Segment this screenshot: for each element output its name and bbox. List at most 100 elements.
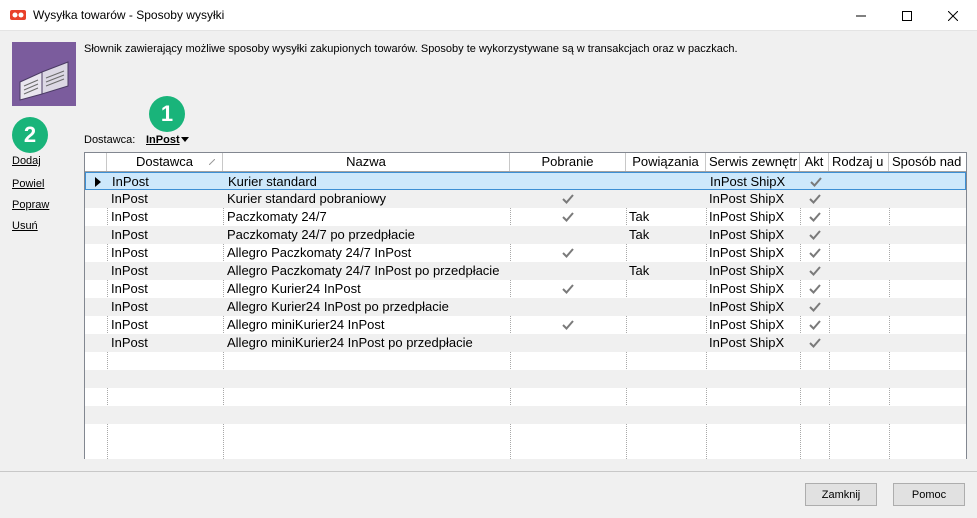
checkmark-icon [809, 283, 821, 295]
title-bar: Wysyłka towarów - Sposoby wysyłki [0, 0, 977, 31]
column-header-sposob[interactable]: Sposób nad [889, 153, 966, 171]
table-row[interactable]: InPost Allegro Paczkomaty 24/7 InPost InPo… [85, 244, 966, 262]
sort-indicator-icon [209, 159, 215, 165]
checkmark-icon [562, 211, 574, 223]
cell-nazwa: Paczkomaty 24/7 [227, 209, 327, 224]
close-icon [948, 10, 958, 21]
cell-serwis: InPost ShipX [709, 191, 785, 206]
cell-powiazania: Tak [629, 209, 650, 224]
cell-powiazania [629, 334, 703, 352]
maximize-icon [902, 10, 912, 21]
close-button[interactable]: Zamknij [805, 483, 877, 506]
table-row[interactable]: InPost Paczkomaty 24/7 po przedpłacie Tak I… [85, 226, 966, 244]
chevron-down-icon[interactable] [181, 137, 189, 142]
checkmark-icon [562, 247, 574, 259]
table-row[interactable] [85, 352, 966, 370]
table-row[interactable]: InPost Allegro Kurier24 InPost InPost Ship… [85, 280, 966, 298]
checkmark-icon [809, 301, 821, 313]
checkmark-icon [809, 247, 821, 259]
table-row[interactable]: InPost Allegro Kurier24 InPost po przedpł… [85, 298, 966, 316]
table-row[interactable]: InPost Kurier standard pobraniowy InPost S… [85, 190, 966, 208]
sidebar-item-dodaj[interactable]: Dodaj [12, 155, 41, 167]
column-header-serwis[interactable]: Serwis zewnętr [706, 153, 800, 171]
cell-serwis: InPost ShipX [709, 209, 785, 224]
supplier-filter-label: Dostawca: [84, 134, 136, 146]
sidebar-item-powiel[interactable]: Powiel [12, 178, 44, 190]
cell-nazwa: Allegro Paczkomaty 24/7 InPost [227, 245, 412, 260]
checkmark-icon [809, 211, 821, 223]
sidebar-item-usun[interactable]: Usuń [12, 220, 38, 232]
table-row[interactable] [85, 406, 966, 424]
cell-powiazania [629, 298, 703, 316]
cell-nazwa: Allegro Kurier24 InPost po przedpłacie [227, 299, 449, 314]
cell-serwis: InPost ShipX [709, 335, 785, 350]
cell-powiazania: Tak [629, 227, 650, 242]
close-window-button[interactable] [930, 0, 976, 31]
cell-nazwa: Allegro miniKurier24 InPost po przedpłac… [227, 335, 473, 350]
column-header-akt[interactable]: Akt [800, 153, 829, 171]
cell-dostawca: InPost [112, 174, 149, 189]
column-header-powiazania[interactable]: Powiązania [626, 153, 706, 171]
checkmark-icon [809, 319, 821, 331]
dictionary-book-icon [12, 42, 76, 106]
column-header-rodzaj[interactable]: Rodzaj u [829, 153, 889, 171]
cell-nazwa: Allegro miniKurier24 InPost [227, 317, 385, 332]
checkmark-icon [562, 283, 574, 295]
minimize-icon [856, 15, 866, 16]
cell-serwis: InPost ShipX [709, 263, 785, 278]
supplier-filter-dropdown[interactable]: InPost [146, 134, 180, 146]
sidebar-item-popraw[interactable]: Popraw [12, 199, 49, 211]
cell-powiazania [630, 173, 704, 191]
table-header: Dostawca Nazwa Pobranie Powiązania Serwi… [85, 153, 966, 172]
cell-powiazania [629, 244, 703, 262]
cell-serwis: InPost ShipX [709, 281, 785, 296]
cell-powiazania [629, 316, 703, 334]
cell-dostawca: InPost [111, 317, 148, 332]
cell-dostawca: InPost [111, 191, 148, 206]
checkmark-icon [809, 265, 821, 277]
table-row[interactable] [85, 388, 966, 406]
checkmark-icon [810, 176, 822, 188]
column-header-dostawca[interactable]: Dostawca [107, 153, 223, 171]
cell-dostawca: InPost [111, 281, 148, 296]
shipping-methods-table[interactable]: Dostawca Nazwa Pobranie Powiązania Serwi… [84, 152, 967, 459]
cell-dostawca: InPost [111, 209, 148, 224]
cell-nazwa: Kurier standard [228, 174, 317, 189]
column-header-pobranie[interactable]: Pobranie [510, 153, 626, 171]
description-text: Słownik zawierający możliwe sposoby wysy… [84, 43, 738, 55]
window-title: Wysyłka towarów - Sposoby wysyłki [33, 8, 225, 22]
table-row[interactable]: InPost Paczkomaty 24/7 Tak InPost ShipX [85, 208, 966, 226]
cell-nazwa: Allegro Paczkomaty 24/7 InPost po przedp… [227, 263, 500, 278]
step-badge-2: 2 [12, 117, 48, 153]
cell-powiazania [629, 190, 703, 208]
cell-dostawca: InPost [111, 227, 148, 242]
help-button[interactable]: Pomoc [893, 483, 965, 506]
checkmark-icon [562, 193, 574, 205]
cell-serwis: InPost ShipX [709, 299, 785, 314]
cell-dostawca: InPost [111, 335, 148, 350]
checkmark-icon [809, 193, 821, 205]
minimize-button[interactable] [838, 0, 884, 31]
cell-nazwa: Allegro Kurier24 InPost [227, 281, 361, 296]
checkmark-icon [809, 229, 821, 241]
maximize-button[interactable] [884, 0, 930, 31]
checkmark-icon [562, 319, 574, 331]
table-row[interactable] [85, 370, 966, 388]
cell-serwis: InPost ShipX [709, 317, 785, 332]
table-row[interactable]: InPost Allegro miniKurier24 InPost InPost … [85, 316, 966, 334]
table-row[interactable] [85, 424, 966, 442]
cell-dostawca: InPost [111, 263, 148, 278]
column-header-nazwa[interactable]: Nazwa [223, 153, 510, 171]
row-pointer-icon [95, 177, 101, 187]
cell-dostawca: InPost [111, 245, 148, 260]
table-row[interactable]: InPost Kurier standard InPost ShipX [85, 172, 966, 190]
app-logo-icon [10, 10, 26, 20]
step-badge-1: 1 [149, 96, 185, 132]
cell-serwis: InPost ShipX [709, 227, 785, 242]
table-row[interactable]: InPost Allegro Paczkomaty 24/7 InPost po … [85, 262, 966, 280]
table-row[interactable]: InPost Allegro miniKurier24 InPost po prz… [85, 334, 966, 352]
cell-serwis: InPost ShipX [709, 245, 785, 260]
cell-powiazania: Tak [629, 263, 650, 278]
cell-serwis: InPost ShipX [710, 174, 786, 189]
cell-nazwa: Kurier standard pobraniowy [227, 191, 386, 206]
